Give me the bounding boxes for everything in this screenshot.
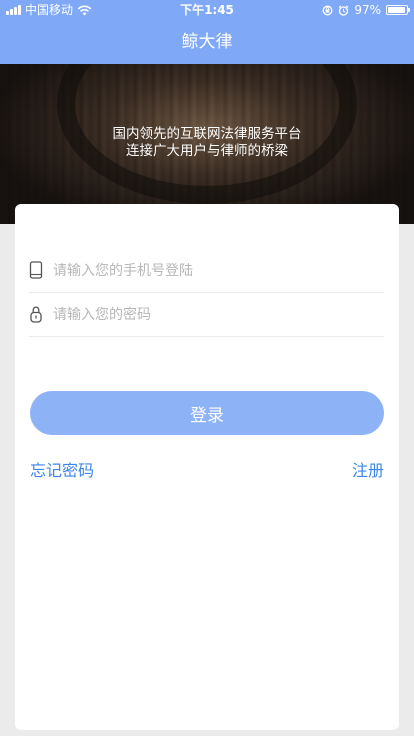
login-card: 登录 忘记密码 注册: [15, 204, 399, 730]
hero-slogan: 国内领先的互联网法律服务平台 连接广大用户与律师的桥梁: [0, 126, 414, 160]
phone-field: [29, 248, 384, 294]
phone-icon: [29, 261, 43, 279]
password-input[interactable]: [51, 292, 375, 338]
login-button[interactable]: 登录: [30, 391, 384, 435]
hero-banner: 国内领先的互联网法律服务平台 连接广大用户与律师的桥梁: [0, 64, 414, 224]
status-right: 97%: [322, 0, 410, 20]
battery-icon: [386, 5, 410, 15]
page-title: 鲸大律: [181, 32, 233, 52]
forgot-password-link[interactable]: 忘记密码: [30, 457, 94, 481]
status-bar: 中国移动 下午1:45 97%: [0, 0, 414, 20]
register-link[interactable]: 注册: [352, 457, 384, 481]
battery-level: [388, 7, 405, 13]
lock-icon: [30, 306, 42, 323]
hero-slogan-line1: 国内领先的互联网法律服务平台: [112, 126, 302, 142]
password-field: [29, 292, 384, 338]
hero-slogan-line2: 连接广大用户与律师的桥梁: [126, 143, 288, 159]
top-bar: 中国移动 下午1:45 97% 鲸大律: [0, 0, 414, 64]
battery-percent: 97%: [354, 3, 381, 17]
phone-input[interactable]: [51, 248, 375, 294]
alarm-icon: [338, 5, 349, 16]
rotation-lock-icon: [322, 5, 333, 15]
